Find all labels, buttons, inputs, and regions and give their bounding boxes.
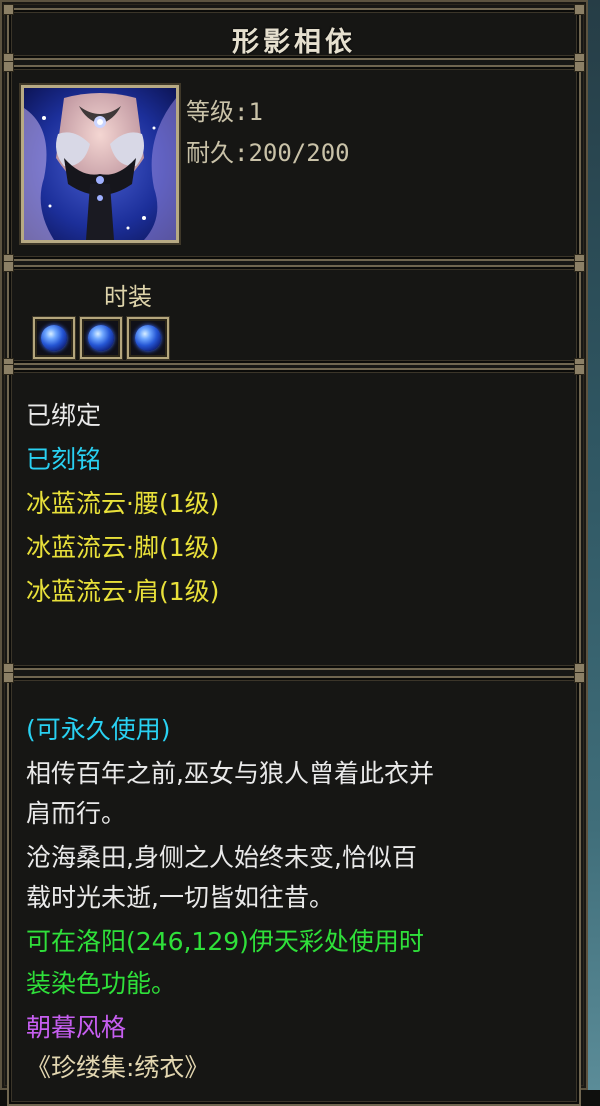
level-text: 等级:1 bbox=[186, 98, 263, 126]
frame-corner bbox=[3, 4, 14, 15]
engraved-status: 已刻铭 bbox=[26, 445, 102, 474]
item-type-label: 时装 bbox=[104, 283, 152, 311]
item-info-section: 等级:1 耐久:200/200 bbox=[3, 61, 585, 265]
set-bonus-waist: 冰蓝流云·腰(1级) bbox=[26, 489, 220, 518]
lore-line: 沧海桑田,身侧之人始终未变,恰似百 bbox=[26, 843, 417, 872]
title-bar: 形影相依 bbox=[3, 4, 585, 64]
frame-corner bbox=[574, 261, 585, 272]
bound-status: 已绑定 bbox=[26, 401, 102, 430]
blue-gem-icon bbox=[135, 325, 161, 351]
item-type-section: 时装 bbox=[3, 261, 585, 369]
gem-slot[interactable] bbox=[33, 317, 75, 359]
frame-corner bbox=[3, 672, 14, 683]
frame-corner bbox=[574, 672, 585, 683]
description-section: (可永久使用) 相传百年之前,巫女与狼人曾着此衣并 肩而行。 沧海桑田,身侧之人… bbox=[3, 672, 585, 1106]
item-tooltip: 形影相依 等级:1 耐久:200/200 时装 已绑定 已刻铭 冰蓝流云·腰(1… bbox=[0, 0, 588, 1106]
attributes-section: 已绑定 已刻铭 冰蓝流云·腰(1级) 冰蓝流云·脚(1级) 冰蓝流云·肩(1级) bbox=[3, 364, 585, 674]
item-title: 形影相依 bbox=[232, 27, 356, 58]
frame-corner bbox=[3, 364, 14, 375]
gem-slot[interactable] bbox=[80, 317, 122, 359]
dye-instruction: 可在洛阳(246,129)伊天彩处使用时 bbox=[26, 927, 424, 956]
frame-corner bbox=[574, 364, 585, 375]
costume-portrait-art bbox=[24, 88, 176, 240]
set-bonus-shoulder: 冰蓝流云·肩(1级) bbox=[26, 577, 220, 606]
gem-slot[interactable] bbox=[127, 317, 169, 359]
frame-corner bbox=[574, 61, 585, 72]
frame-corner bbox=[3, 261, 14, 272]
lore-line: 肩而行。 bbox=[26, 799, 127, 828]
costume-portrait-icon[interactable] bbox=[21, 85, 179, 243]
background-edge bbox=[587, 0, 600, 1090]
style-name: 朝暮风格 bbox=[26, 1013, 127, 1042]
usage-duration: (可永久使用) bbox=[26, 715, 171, 744]
frame-corner bbox=[3, 61, 14, 72]
blue-gem-icon bbox=[41, 325, 67, 351]
collection-name: 《珍缕集:绣衣》 bbox=[26, 1053, 210, 1082]
frame-corner bbox=[574, 4, 585, 15]
lore-line: 载时光未逝,一切皆如往昔。 bbox=[26, 883, 334, 912]
durability-text: 耐久:200/200 bbox=[186, 139, 350, 167]
lore-line: 相传百年之前,巫女与狼人曾着此衣并 bbox=[26, 759, 434, 788]
set-bonus-feet: 冰蓝流云·脚(1级) bbox=[26, 533, 220, 562]
blue-gem-icon bbox=[88, 325, 114, 351]
dye-instruction: 装染色功能。 bbox=[26, 969, 177, 998]
